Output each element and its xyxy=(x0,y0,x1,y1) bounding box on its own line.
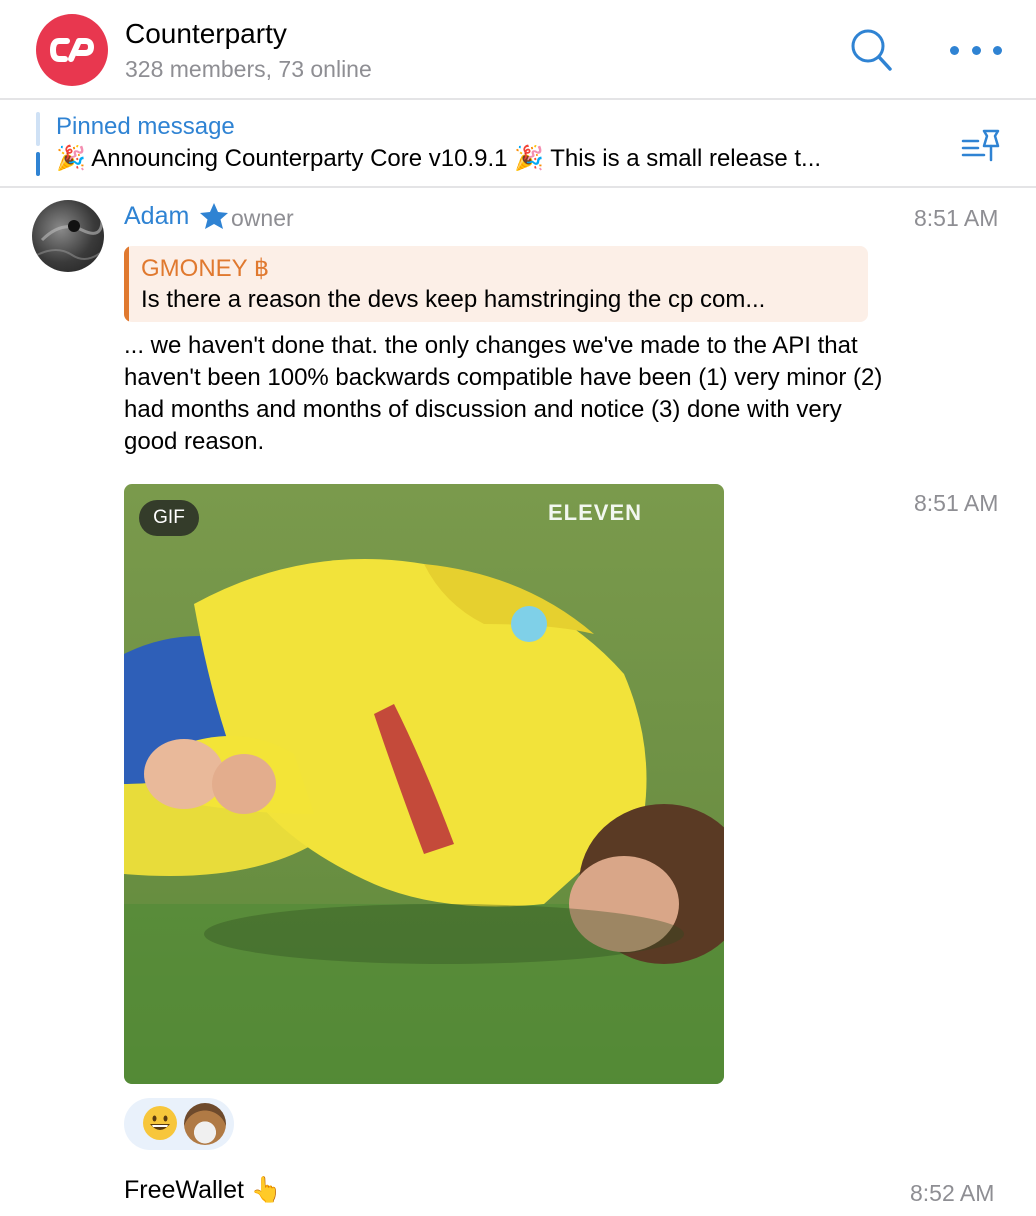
pinned-indicator xyxy=(36,112,40,176)
reply-quote[interactable]: GMONEY ฿ Is there a reason the devs keep… xyxy=(124,246,868,322)
message-text-freewallet: FreeWallet 👆 xyxy=(124,1176,283,1204)
search-button[interactable] xyxy=(848,26,896,74)
message-text: ... we haven't done that. the only chang… xyxy=(124,332,883,455)
more-dot-icon xyxy=(971,45,981,55)
gif-media[interactable] xyxy=(124,484,724,1084)
pinned-text: 🎉 Announcing Counterparty Core v10.9.1 🎉… xyxy=(56,145,822,172)
member-count: 328 members, 73 online xyxy=(125,56,372,82)
chat-header: Counterparty 328 members, 73 online xyxy=(0,0,1036,100)
message-time-2: 8:52 AM xyxy=(910,1180,995,1206)
pinned-label: Pinned message xyxy=(56,113,235,140)
pinned-list-button[interactable] xyxy=(960,128,1004,164)
star-icon xyxy=(199,202,229,230)
chat-title[interactable]: Counterparty xyxy=(125,18,287,50)
chat-screen: Counterparty 328 members, 73 online Pinn… xyxy=(0,0,1036,1216)
reactor-avatar[interactable] xyxy=(184,1103,226,1145)
gif-badge: GIF xyxy=(139,500,199,536)
counterparty-logo-icon xyxy=(49,38,94,62)
search-icon xyxy=(851,29,892,71)
group-avatar[interactable] xyxy=(36,14,108,86)
reply-author: GMONEY ฿ xyxy=(141,255,270,282)
message-time: 8:51 AM xyxy=(914,205,999,231)
gif-time: 8:51 AM xyxy=(914,490,999,516)
avatar-texture xyxy=(36,219,104,260)
sender-role: owner xyxy=(231,205,294,231)
more-options-button[interactable] xyxy=(950,36,1002,64)
sender-name[interactable]: Adam xyxy=(124,202,189,231)
pinned-message-bar[interactable]: Pinned message 🎉 Announcing Counterparty… xyxy=(0,100,1036,188)
sender-avatar[interactable] xyxy=(32,200,104,272)
gif-watermark: ELEVEN xyxy=(548,500,643,525)
more-dot-icon xyxy=(950,45,959,55)
gif-image xyxy=(124,484,724,1084)
more-dot-icon xyxy=(993,45,1002,55)
grinning-face-emoji-icon xyxy=(143,1106,177,1140)
reply-text: Is there a reason the devs keep hamstrin… xyxy=(141,286,766,313)
pin-list-icon xyxy=(961,129,1000,162)
reply-accent-bar xyxy=(124,246,129,322)
